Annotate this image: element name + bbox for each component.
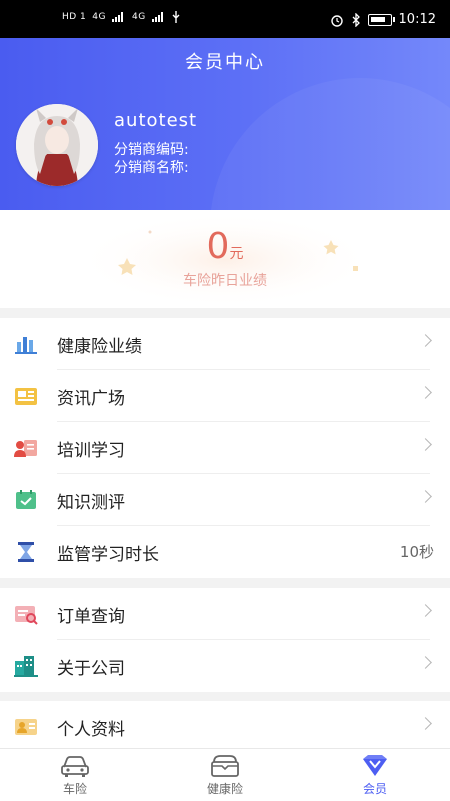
menu-group-main: 健康险业绩 资讯广场 培训学习 知识测评 监管学习时长 10秒	[0, 318, 450, 578]
menu-group-orders: 订单查询 关于公司	[0, 588, 450, 692]
clock: 10:12	[398, 12, 436, 27]
chevron-right-icon	[419, 490, 432, 503]
tab-car-insurance[interactable]: 车险	[0, 749, 150, 801]
menu-item-quiz[interactable]: 知识测评	[0, 474, 450, 526]
performance-unit: 元	[229, 246, 244, 262]
tab-label: 车险	[62, 782, 87, 796]
menu-item-training[interactable]: 培训学习	[0, 422, 450, 474]
hourglass-icon	[18, 542, 34, 562]
usb-icon	[172, 11, 180, 23]
car-icon	[61, 756, 89, 777]
tab-health-insurance[interactable]: 健康险	[150, 749, 300, 801]
news-icon	[15, 388, 37, 405]
building-icon	[14, 656, 38, 677]
network-4g-1: 4G	[92, 12, 106, 22]
status-bar: HD 1 4G 4G 10:12	[0, 0, 450, 38]
page-title: 会员中心	[185, 52, 265, 73]
training-icon	[14, 440, 37, 457]
performance-label: 车险昨日业绩	[183, 273, 267, 289]
signal-icon	[151, 12, 163, 22]
bluetooth-icon	[352, 12, 360, 27]
menu-item-label: 培训学习	[57, 441, 125, 461]
study-duration-value: 10秒	[399, 543, 434, 561]
avatar[interactable]	[16, 104, 98, 186]
tab-label: 会员	[362, 782, 387, 796]
network-4g-2: 4G	[132, 12, 146, 22]
menu-item-study-duration[interactable]: 监管学习时长 10秒	[0, 526, 450, 578]
health-box-icon	[211, 755, 239, 777]
tab-member[interactable]: 会员	[300, 749, 450, 801]
bar-chart-icon	[15, 337, 37, 354]
order-icon	[15, 606, 38, 625]
tab-label: 健康险	[206, 782, 243, 796]
alarm-icon	[330, 14, 343, 27]
performance-amount: 0	[206, 226, 230, 267]
menu-item-label: 个人资料	[57, 720, 125, 740]
member-diamond-icon	[363, 755, 387, 776]
chevron-right-icon	[419, 604, 432, 617]
menu-item-news[interactable]: 资讯广场	[0, 370, 450, 422]
menu-item-order-query[interactable]: 订单查询	[0, 588, 450, 640]
menu-item-label: 关于公司	[57, 659, 125, 679]
chevron-right-icon	[419, 386, 432, 399]
profile-card-icon	[15, 719, 37, 735]
status-right: 10:12	[330, 12, 436, 27]
menu-item-personal-info[interactable]: 个人资料	[0, 701, 450, 748]
bottom-tab-bar: 车险 健康险 会员	[0, 748, 450, 801]
username: autotest	[114, 110, 198, 131]
distributor-code-label: 分销商编码:	[114, 142, 189, 158]
status-left: HD 1 4G 4G	[62, 11, 180, 23]
chevron-right-icon	[419, 717, 432, 730]
hd-indicator: HD 1	[62, 12, 87, 22]
menu-item-label: 监管学习时长	[57, 545, 159, 565]
performance-value: 0元	[0, 226, 450, 267]
menu-item-label: 知识测评	[57, 493, 125, 513]
chevron-right-icon	[419, 438, 432, 451]
performance-card: 0元 车险昨日业绩	[0, 210, 450, 308]
signal-icon	[112, 12, 123, 22]
avatar-image-icon	[16, 104, 98, 186]
chevron-right-icon	[419, 334, 432, 347]
chevron-right-icon	[419, 656, 432, 669]
menu-item-label: 资讯广场	[57, 389, 125, 409]
battery-icon	[367, 13, 395, 26]
distributor-name-label: 分销商名称:	[114, 160, 189, 176]
menu-group-profile: 个人资料	[0, 701, 450, 748]
menu-item-about-company[interactable]: 关于公司	[0, 640, 450, 692]
menu-item-health-performance[interactable]: 健康险业绩	[0, 318, 450, 370]
menu-item-label: 健康险业绩	[57, 337, 142, 357]
menu-item-label: 订单查询	[57, 607, 125, 627]
member-header: 会员中心 autotest 分销商编码: 分销商名称:	[0, 38, 450, 210]
quiz-icon	[16, 490, 36, 509]
